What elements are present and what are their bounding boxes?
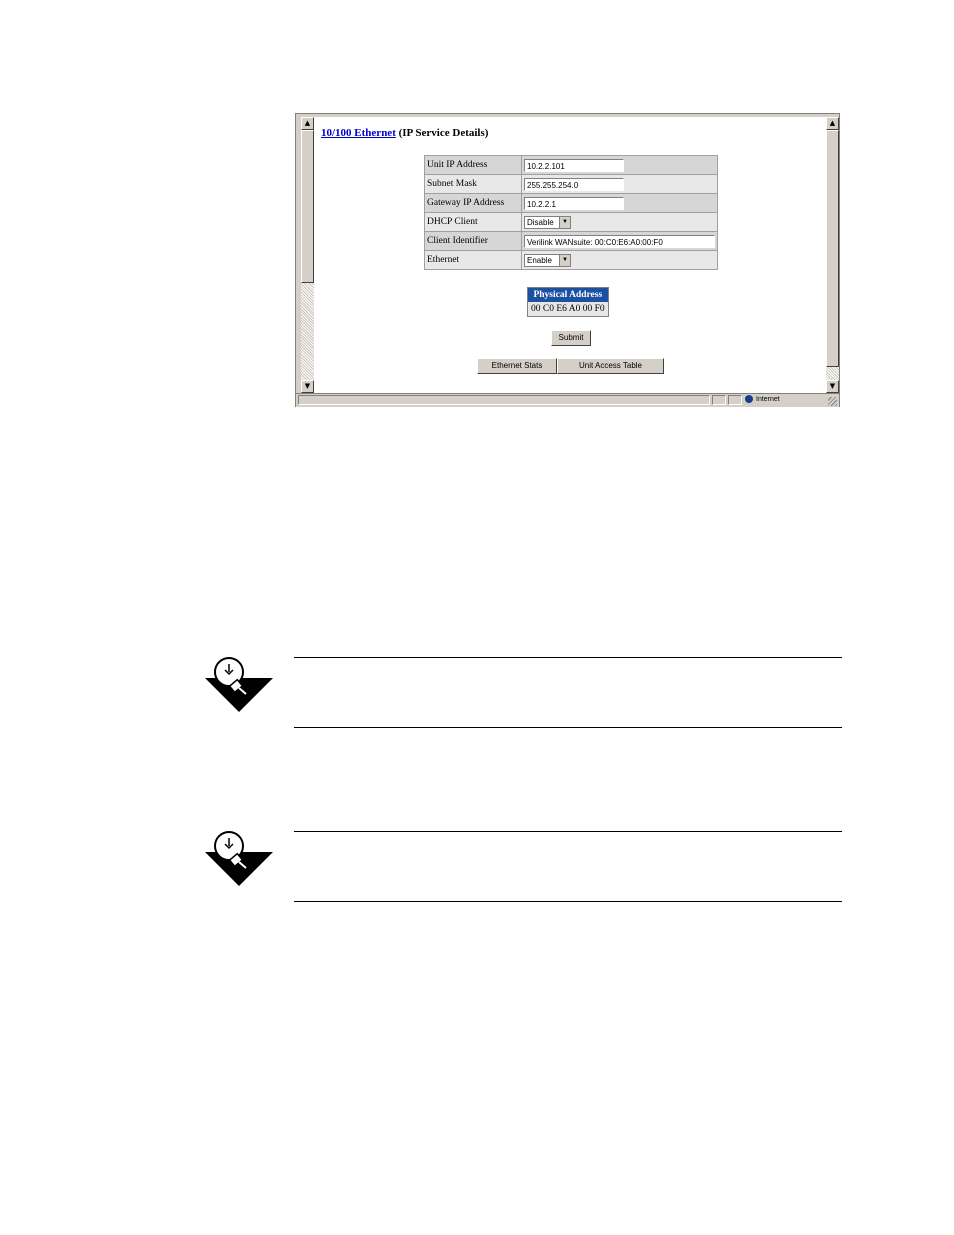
ethernet-label: Ethernet: [424, 250, 522, 270]
page-title: 10/100 Ethernet (IP Service Details): [321, 127, 488, 139]
row-gateway-ip: Gateway IP Address 10.2.2.1: [424, 193, 718, 213]
left-scrollbar[interactable]: ▲ ▼: [301, 117, 314, 393]
note-bottom-rule: [294, 727, 842, 728]
physical-address-table: Physical Address 00 C0 E6 A0 00 F0: [527, 287, 609, 317]
unit-ip-input[interactable]: 10.2.2.101: [524, 158, 624, 172]
status-pane: [712, 395, 726, 405]
ethernet-select[interactable]: Enable ▼: [524, 253, 571, 267]
note-top-rule: [294, 831, 842, 832]
physical-address-header: Physical Address: [527, 287, 609, 302]
chevron-down-icon[interactable]: ▼: [559, 216, 570, 228]
ethernet-link[interactable]: 10/100 Ethernet: [321, 127, 396, 139]
page-subtitle: (IP Service Details): [398, 127, 489, 139]
scroll-up-icon[interactable]: ▲: [301, 117, 314, 130]
ethernet-value: Enable: [527, 255, 552, 265]
zone-label: Internet: [756, 396, 780, 403]
scroll-down-icon[interactable]: ▼: [301, 380, 314, 393]
right-scrollbar[interactable]: ▲ ▼: [826, 117, 839, 393]
row-unit-ip: Unit IP Address 10.2.2.101: [424, 155, 718, 175]
row-ethernet: Ethernet Enable ▼: [424, 250, 718, 270]
lightbulb-note-icon: [205, 831, 273, 886]
row-client-identifier: Client Identifier Verilink WANsuite: 00:…: [424, 231, 718, 251]
dhcp-client-value: Disable: [527, 217, 554, 227]
browser-window: ▲ ▼ 10/100 Ethernet (IP Service Details)…: [295, 113, 840, 407]
status-pane-main: [298, 395, 710, 405]
scroll-up-icon[interactable]: ▲: [826, 117, 839, 130]
submit-button[interactable]: Submit: [551, 330, 591, 346]
client-identifier-label: Client Identifier: [424, 231, 522, 251]
row-dhcp-client: DHCP Client Disable ▼: [424, 212, 718, 232]
row-subnet-mask: Subnet Mask 255.255.254.0: [424, 174, 718, 194]
unit-access-table-button[interactable]: Unit Access Table: [557, 358, 664, 374]
page-content: 10/100 Ethernet (IP Service Details) Uni…: [314, 117, 826, 393]
subnet-mask-input[interactable]: 255.255.254.0: [524, 177, 624, 191]
scroll-down-icon[interactable]: ▼: [826, 380, 839, 393]
resize-grip-icon[interactable]: [828, 397, 837, 406]
unit-ip-label: Unit IP Address: [424, 155, 522, 175]
dhcp-client-select[interactable]: Disable ▼: [524, 215, 571, 229]
scroll-thumb[interactable]: [826, 130, 839, 367]
subnet-mask-label: Subnet Mask: [424, 174, 522, 194]
chevron-down-icon[interactable]: ▼: [559, 254, 570, 266]
dhcp-client-label: DHCP Client: [424, 212, 522, 232]
status-pane: [728, 395, 742, 405]
note-top-rule: [294, 657, 842, 658]
status-bar: Internet: [296, 393, 839, 407]
scroll-thumb[interactable]: [301, 130, 314, 283]
ethernet-stats-button[interactable]: Ethernet Stats: [477, 358, 557, 374]
note-bottom-rule: [294, 901, 842, 902]
physical-address-value: 00 C0 E6 A0 00 F0: [527, 302, 609, 317]
lightbulb-note-icon: [205, 657, 273, 712]
gateway-ip-label: Gateway IP Address: [424, 193, 522, 213]
internet-zone: Internet: [745, 394, 780, 405]
client-identifier-input[interactable]: Verilink WANsuite: 00:C0:E6:A0:00:F0: [524, 234, 715, 248]
ip-settings-table: Unit IP Address 10.2.2.101 Subnet Mask 2…: [424, 155, 718, 270]
internet-zone-icon: [745, 395, 753, 404]
gateway-ip-input[interactable]: 10.2.2.1: [524, 196, 624, 210]
